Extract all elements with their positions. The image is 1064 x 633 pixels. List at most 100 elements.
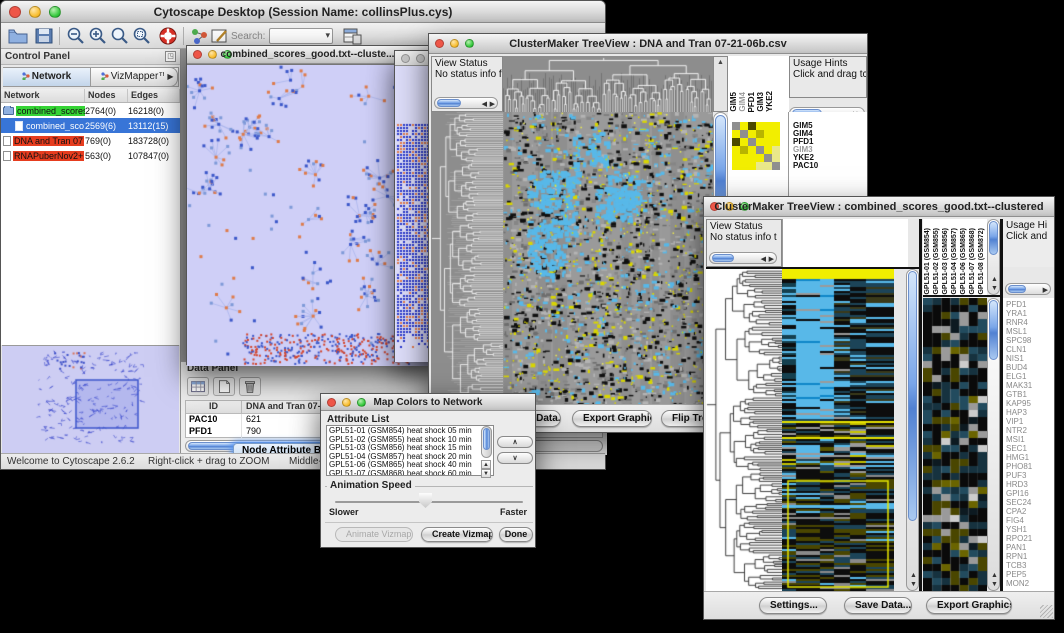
column-label: GPL51-08 (GSM872) bbox=[978, 228, 987, 295]
open-file-icon[interactable] bbox=[7, 26, 29, 46]
matrix-cell bbox=[748, 146, 756, 154]
network-view-titlebar[interactable]: combined_scores_good.txt--cluste... bbox=[187, 46, 428, 64]
zoom-selected-icon[interactable] bbox=[131, 26, 153, 46]
gene-label: MON2 bbox=[1006, 579, 1054, 588]
matrix-cell bbox=[740, 162, 748, 170]
network-list-row[interactable]: DNA and Tran 07 769(0) 183728(0) bbox=[1, 133, 180, 148]
treeview1-scroll-strip[interactable]: ▲ bbox=[713, 56, 728, 112]
gene-label: ELG1 bbox=[1006, 372, 1054, 381]
treeview2-zoom-heatmap[interactable] bbox=[923, 298, 987, 591]
treeview2-heatmap[interactable] bbox=[782, 269, 894, 591]
zoom-in-icon[interactable] bbox=[87, 26, 109, 46]
attribute-browser-icon[interactable] bbox=[341, 26, 363, 46]
network-list-row[interactable]: combined_sco 2569(6) 13112(15) bbox=[1, 118, 180, 133]
row-label: PAC10 bbox=[793, 162, 867, 170]
matrix-cell bbox=[764, 162, 772, 170]
search-input[interactable]: ▾ bbox=[269, 28, 333, 44]
save-data-button[interactable]: Save Data... bbox=[844, 597, 912, 614]
export-graphics-button[interactable]: Export Graphics... bbox=[572, 410, 652, 427]
treeview1-row-dendrogram[interactable] bbox=[431, 112, 503, 406]
delete-attribute-icon[interactable] bbox=[239, 377, 261, 396]
attribute-list-item[interactable]: GPL51-07 (GSM868) heat shock 60 min bbox=[329, 470, 493, 477]
zoom-vscrollbar[interactable]: ▲▼ bbox=[987, 298, 1000, 591]
control-panel-header: Control Panel bbox=[1, 49, 180, 65]
network-tab-icon bbox=[101, 69, 109, 77]
dialog-separator bbox=[325, 522, 533, 523]
gene-label: MAK31 bbox=[1006, 381, 1054, 390]
annotation-icon[interactable] bbox=[209, 26, 231, 46]
network-view-window: combined_scores_good.txt--cluste... bbox=[186, 45, 429, 365]
treeview1-heatmap[interactable] bbox=[503, 112, 713, 406]
dialog-titlebar[interactable]: Map Colors to Network bbox=[321, 394, 535, 411]
treeview2-button-bar: Settings... Save Data... Export Graphics… bbox=[704, 591, 1054, 619]
attribute-list[interactable]: GPL51-01 (GSM854) heat shock 05 minGPL51… bbox=[326, 425, 494, 476]
move-down-button[interactable]: ∨ bbox=[497, 452, 533, 464]
tab-overflow-button[interactable]: ▶ bbox=[164, 67, 178, 87]
matrix-cell bbox=[740, 130, 748, 138]
gene-label: HMG1 bbox=[1006, 453, 1054, 462]
column-label-vscrollbar[interactable]: ▲▼ bbox=[987, 219, 1000, 295]
close-icon[interactable] bbox=[401, 54, 410, 63]
treeview2-gene-labels: PFD1YRA1RNR4MSL1SPC98CLN1NIS1BUD4ELG1MAK… bbox=[1003, 298, 1054, 591]
network-canvas[interactable] bbox=[187, 65, 428, 366]
network-list-row[interactable]: RNAPuberNov2+ 563(0) 107847(0) bbox=[1, 148, 180, 163]
gene-label: RNR4 bbox=[1006, 318, 1054, 327]
column-label: PFD1 bbox=[748, 92, 756, 112]
attribute-list-vscrollbar[interactable] bbox=[481, 426, 492, 458]
column-label: GPL51-02 (GSM855) bbox=[933, 228, 942, 295]
settings-button[interactable]: Settings... bbox=[759, 597, 827, 614]
network-list-row[interactable]: combined_scores_ 2764(0) 16218(0) bbox=[1, 103, 180, 118]
network-view-icon[interactable] bbox=[189, 26, 211, 46]
zoom-out-icon[interactable] bbox=[65, 26, 87, 46]
gene-label: BUD4 bbox=[1006, 363, 1054, 372]
help-lifering-icon[interactable] bbox=[157, 26, 179, 46]
gene-label: NIS1 bbox=[1006, 354, 1054, 363]
matrix-cell bbox=[740, 122, 748, 130]
matrix-cell bbox=[764, 138, 772, 146]
network-list-header[interactable]: Network Nodes Edges bbox=[1, 89, 180, 103]
combo-arrow-icon[interactable]: ▾ bbox=[325, 30, 330, 41]
minimize-icon[interactable] bbox=[416, 54, 425, 63]
network-overview[interactable] bbox=[2, 345, 179, 453]
save-icon[interactable] bbox=[33, 26, 55, 46]
treeview2-row-dendrogram[interactable] bbox=[706, 269, 782, 591]
gene-label: SEC1 bbox=[1006, 444, 1054, 453]
export-graphics-button[interactable]: Export Graphics... bbox=[926, 597, 1012, 614]
view-status-hscrollbar[interactable]: ◀▶ bbox=[709, 252, 777, 264]
done-button[interactable]: Done bbox=[499, 527, 533, 542]
attribute-select-icon[interactable] bbox=[187, 377, 209, 396]
status-hint-pan: Middle- bbox=[289, 456, 322, 467]
animate-vizmap-button[interactable]: Animate Vizmap bbox=[335, 527, 413, 542]
treeview1-titlebar[interactable]: ClusterMaker TreeView : DNA and Tran 07-… bbox=[429, 34, 867, 54]
similarity-matrix[interactable] bbox=[732, 122, 780, 170]
treeview2-column-dendrogram-area bbox=[782, 219, 908, 267]
treeview2-vscrollbar[interactable]: ▲▼ bbox=[906, 269, 919, 591]
move-up-button[interactable]: ∧ bbox=[497, 436, 533, 448]
treeview1-label-gap bbox=[775, 56, 789, 112]
list-scroll-down-icon[interactable]: ▼ bbox=[481, 469, 491, 478]
control-panel-tab[interactable]: Network bbox=[3, 67, 91, 87]
network-overview-canvas[interactable] bbox=[2, 346, 177, 452]
usage-hints-hscrollbar[interactable]: ▶ bbox=[1005, 283, 1051, 295]
gene-label: PUF3 bbox=[1006, 471, 1054, 480]
column-label: GPL51-01 (GSM854) bbox=[924, 228, 933, 295]
network-item-icon bbox=[3, 151, 11, 161]
gene-label: KAP95 bbox=[1006, 399, 1054, 408]
up-arrow-icon[interactable]: ▲ bbox=[717, 59, 724, 66]
view-status-hscrollbar[interactable]: ◀▶ bbox=[434, 97, 498, 109]
create-vizmap-button[interactable]: Create Vizmap bbox=[421, 527, 493, 542]
zoom-fit-icon[interactable] bbox=[109, 26, 131, 46]
column-label: GPL51-04 (GSM857) bbox=[951, 228, 960, 295]
gene-label: SPC98 bbox=[1006, 336, 1054, 345]
speed-slider-thumb[interactable] bbox=[419, 493, 432, 508]
main-titlebar[interactable]: Cytoscape Desktop (Session Name: collins… bbox=[1, 1, 605, 23]
resize-grip[interactable] bbox=[1040, 605, 1053, 618]
matrix-cell bbox=[772, 138, 780, 146]
matrix-cell bbox=[732, 154, 740, 162]
float-panel-icon[interactable]: ◳ bbox=[165, 51, 176, 62]
treeview2-view-status: View Status No status info t ◀▶ bbox=[706, 219, 782, 267]
treeview1-column-dendrogram[interactable] bbox=[503, 56, 713, 112]
list-scroll-up-icon[interactable]: ▲ bbox=[481, 460, 491, 469]
treeview2-titlebar[interactable]: ClusterMaker TreeView : combined_scores_… bbox=[704, 197, 1054, 217]
new-attribute-icon[interactable] bbox=[213, 377, 235, 396]
